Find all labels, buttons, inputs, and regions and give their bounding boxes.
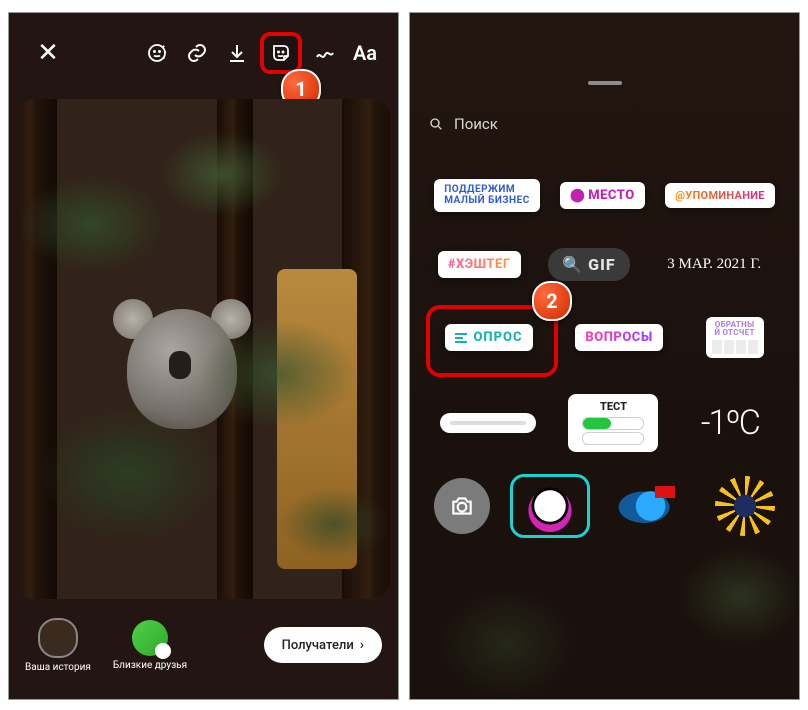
pin-icon: ⬤ (570, 188, 585, 203)
draw-icon[interactable] (308, 36, 342, 70)
quiz-sticker[interactable]: ТЕСТ (568, 394, 658, 452)
chevron-right-icon: › (360, 637, 364, 653)
sticker-tray-icon[interactable] (260, 32, 302, 74)
your-story-label: Ваша история (25, 662, 91, 673)
bird-sticker[interactable] (611, 478, 683, 534)
mention-sticker[interactable]: @УПОМИНАНИЕ (665, 183, 775, 208)
countdown-sticker[interactable]: ОБРАТНЫ Й ОТСЧЕТ (706, 317, 764, 358)
story-editor-screen: ✕ Aa 1 (8, 12, 399, 700)
story-toolbar: ✕ Aa (9, 31, 398, 75)
sun-sticker[interactable] (715, 476, 775, 536)
recipients-button[interactable]: Получатели › (264, 627, 382, 663)
questions-sticker[interactable]: ВОПРОСЫ (575, 324, 662, 351)
search-icon (428, 116, 444, 132)
slider-sticker[interactable] (440, 413, 536, 433)
text-tool-button[interactable]: Aa (348, 36, 382, 70)
link-icon[interactable] (180, 36, 214, 70)
save-icon[interactable] (220, 36, 254, 70)
your-story-button[interactable]: Ваша история (25, 618, 91, 673)
story-photo[interactable] (17, 99, 390, 599)
close-button[interactable]: ✕ (31, 36, 65, 70)
recipients-label: Получатели (282, 638, 354, 653)
date-sticker[interactable]: 3 МАР. 2021 Г. (657, 250, 771, 279)
search-placeholder: Поиск (454, 115, 498, 133)
hashtag-sticker[interactable]: #ХЭШТЕГ (438, 251, 521, 278)
temperature-sticker[interactable]: -1ºC (691, 397, 769, 449)
close-friends-label: Близкие друзья (113, 660, 187, 671)
gif-sticker[interactable]: 🔍GIF (548, 248, 629, 281)
camera-sticker[interactable] (434, 478, 490, 534)
support-business-sticker[interactable]: ПОДДЕРЖИМ МАЛЫЙ БИЗНЕС (434, 179, 540, 212)
sticker-grid: ПОДДЕРЖИМ МАЛЫЙ БИЗНЕС ⬤МЕСТО @УПОМИНАНИ… (410, 161, 799, 699)
sheet-grab-handle[interactable] (588, 81, 622, 85)
location-sticker[interactable]: ⬤МЕСТО (560, 182, 645, 209)
search-icon: 🔍 (562, 255, 583, 274)
sticker-sheet[interactable]: Поиск ПОДДЕРЖИМ МАЛЫЙ БИЗНЕС ⬤МЕСТО @УПО… (410, 81, 799, 699)
story-share-bar: Ваша история Близкие друзья Получатели › (9, 617, 398, 673)
lips-sticker[interactable] (514, 478, 586, 534)
callout-2: 2 (532, 281, 572, 321)
sticker-search[interactable]: Поиск (428, 109, 781, 139)
effects-icon[interactable] (140, 36, 174, 70)
sticker-tray-screen: Поиск ПОДДЕРЖИМ МАЛЫЙ БИЗНЕС ⬤МЕСТО @УПО… (409, 12, 800, 700)
close-friends-button[interactable]: Близкие друзья (113, 620, 187, 671)
